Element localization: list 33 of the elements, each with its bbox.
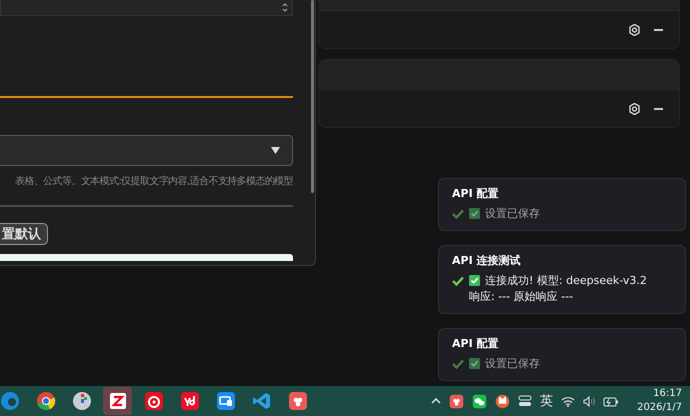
berry-icon[interactable] <box>449 394 464 408</box>
minus-icon[interactable] <box>654 28 663 30</box>
toggle-switches-icon[interactable] <box>518 394 532 408</box>
hint-text: 表格、公式等。文本模式:仅提取文字内容,适合不支持多模态的模型 <box>14 174 293 188</box>
speaker-icon[interactable] <box>583 396 596 406</box>
clock[interactable]: 16:17 2026/1/7 <box>637 387 682 415</box>
checkbox-icon <box>469 358 480 369</box>
clock-time: 16:17 <box>653 387 682 401</box>
toast-title: API 配置 <box>452 336 500 351</box>
minus-icon[interactable] <box>654 108 663 110</box>
checkbox-icon <box>469 208 480 219</box>
toast-message: 设置已保存 <box>485 206 540 221</box>
number-field[interactable] <box>0 0 293 16</box>
battery-icon[interactable] <box>603 396 620 406</box>
scrollbar-thumb[interactable] <box>311 0 314 193</box>
clock-date: 2026/1/7 <box>637 401 682 415</box>
input-language-indicator[interactable]: 英 <box>540 392 554 410</box>
chevron-up-icon[interactable] <box>431 398 442 404</box>
gear-icon[interactable] <box>629 102 640 114</box>
toast-title: API 连接测试 <box>452 253 522 268</box>
reset-default-button[interactable]: 置默认 <box>0 223 48 245</box>
cat-face-icon[interactable] <box>495 394 510 408</box>
wifi-icon[interactable] <box>561 396 576 406</box>
gear-icon[interactable] <box>629 24 640 36</box>
caret-icon <box>271 147 280 154</box>
spinner-icon[interactable] <box>282 3 288 12</box>
toast-title: API 配置 <box>452 186 500 201</box>
toast-message: 设置已保存 <box>485 356 540 371</box>
toast-detail: 响应: --- 原始响应 --- <box>469 289 574 304</box>
taskbar-app-button[interactable] <box>103 387 132 415</box>
toast-message: 连接成功! 模型: deepseek-v3.2 <box>485 273 647 288</box>
checkbox-icon <box>469 275 480 286</box>
chat-bubbles-icon[interactable] <box>472 394 488 408</box>
